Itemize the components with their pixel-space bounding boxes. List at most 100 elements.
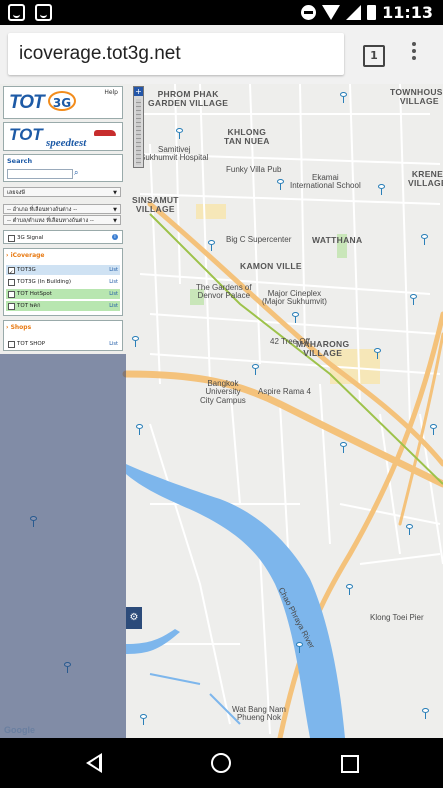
shops-header: › Shops [6, 324, 32, 331]
recents-icon[interactable] [341, 755, 359, 773]
subdistrict-select[interactable]: -- ตำบล/ตำแหง ที่เลือนทางถ้นต่าง -- ▼ [3, 215, 121, 225]
item-checkbox[interactable] [8, 279, 15, 286]
coverage-pin[interactable] [346, 584, 353, 595]
coverage-pin[interactable] [422, 708, 429, 719]
logo-tot-text: TOT [9, 92, 45, 113]
map-area-label: WATTHANA [312, 235, 363, 245]
notification-app-icon [35, 4, 52, 21]
system-icons: 11:13 [301, 3, 433, 22]
map-area-label: TOWNHOUSE VILLAGE [390, 87, 443, 106]
zoom-slider[interactable]: + [133, 86, 144, 168]
coverage-pin[interactable] [410, 294, 417, 305]
tab-switcher-button[interactable]: 1 [363, 45, 385, 67]
coverage-pin[interactable] [208, 240, 215, 251]
icoverage-panel: › iCoverage ✓ TOT3G List TOT3G (In Buildin… [3, 248, 123, 316]
item-checkbox[interactable] [8, 341, 15, 348]
map-area-label: KHLONG TAN NUEA [224, 127, 270, 146]
speedtest-banner[interactable]: TOT speedtest [3, 122, 123, 151]
search-icon[interactable]: ⌕ [74, 168, 78, 178]
map-poi-label: Big C Supercenter [226, 235, 292, 244]
search-label: Search [7, 157, 33, 165]
shop-item[interactable]: TOT SHOP List [6, 339, 120, 349]
car-icon [94, 130, 116, 136]
icoverage-item[interactable]: TOT HotSpot List [6, 289, 120, 299]
map-area-label: PHROM PHAK GARDEN VILLAGE [148, 89, 229, 108]
coverage-pin[interactable] [292, 312, 299, 323]
map-view[interactable]: PHROM PHAK GARDEN VILLAGE KHLONG TAN NUEA … [0, 84, 443, 738]
icoverage-item[interactable]: TOT3G (In Building) List [6, 277, 120, 287]
coverage-pin[interactable] [421, 234, 428, 245]
map-area-label: SINSAMUT VILLAGE [132, 195, 179, 214]
signal-row[interactable]: 3G Signal [6, 233, 120, 243]
help-link[interactable]: Help [104, 89, 118, 96]
map-poi-label: Aspire Rama 4 [258, 387, 311, 396]
search-panel: Search ⌕ [3, 154, 123, 182]
signal-checkbox[interactable] [8, 235, 15, 242]
coverage-pin[interactable] [374, 348, 381, 359]
coverage-pin[interactable] [252, 364, 259, 375]
coverage-pin[interactable] [140, 714, 147, 725]
list-link[interactable]: List [109, 289, 118, 299]
list-link[interactable]: List [109, 301, 118, 311]
panel-shadow-overlay [0, 354, 126, 738]
map-poi-label: Bangkok University City Campus [200, 379, 246, 405]
coverage-pin[interactable] [340, 92, 347, 103]
zoom-track[interactable] [136, 99, 141, 165]
district-select[interactable]: -- อำเภอ ที่เลือนทางถ้นต่าง -- ▼ [3, 204, 121, 214]
do-not-disturb-icon [301, 5, 317, 20]
coverage-pin[interactable] [136, 424, 143, 435]
speed-text: speedtest [46, 137, 87, 149]
coverage-pin[interactable] [132, 336, 139, 347]
map-poi-label: Wat Bang Nam Phueng Nok [232, 705, 286, 723]
icoverage-item[interactable]: TOT พคก List [6, 301, 120, 311]
overflow-menu-icon[interactable] [412, 42, 416, 63]
coverage-pin[interactable] [378, 184, 385, 195]
info-icon[interactable]: i [112, 234, 118, 240]
url-field[interactable]: icoverage.tot3g.net [8, 33, 344, 75]
item-checkbox[interactable] [8, 291, 15, 298]
search-input[interactable] [7, 169, 73, 179]
signal-icon [346, 5, 362, 20]
panel-toggle-button[interactable]: ⚙ [126, 607, 142, 629]
map-poi-label: 42 Tree Off [270, 337, 310, 346]
item-checkbox[interactable] [8, 303, 15, 310]
map-poi-label: Major Cineplex (Major Sukhumvit) [262, 289, 327, 307]
android-nav-bar [0, 738, 443, 788]
wifi-icon [322, 5, 341, 20]
coverage-pin[interactable] [176, 128, 183, 139]
zoom-in-icon[interactable]: + [134, 87, 143, 96]
coverage-pin[interactable] [430, 424, 437, 435]
map-poi-label: The Gardens of Denvor Palace [196, 283, 252, 301]
logo-3g-text: 3G [48, 91, 76, 111]
coverage-pin[interactable] [340, 442, 347, 453]
back-icon[interactable] [86, 753, 102, 773]
map-poi-label: Klong Toei Pier [370, 613, 424, 622]
map-area-label: KRENEVILLAGE [408, 169, 443, 188]
notification-icons [8, 4, 52, 21]
status-bar: 11:13 [0, 0, 443, 25]
map-poi-label: Samitivej Sukhumvit Hospital [140, 145, 209, 163]
url-text: icoverage.tot3g.net [19, 43, 181, 64]
browser-toolbar: icoverage.tot3g.net 1 [0, 25, 443, 84]
province-select[interactable]: เลยจงษี ▼ [3, 187, 121, 197]
battery-icon [367, 5, 377, 20]
map-attribution: Google [4, 725, 35, 735]
signal-panel: 3G Signal i [3, 230, 123, 244]
coverage-pin[interactable] [296, 642, 303, 653]
icoverage-item[interactable]: ✓ TOT3G List [6, 265, 120, 276]
tot3g-logo[interactable]: TOT 3G Help [3, 86, 123, 119]
item-checkbox[interactable]: ✓ [8, 267, 15, 276]
icoverage-header: › iCoverage [6, 252, 45, 259]
coverage-pin[interactable] [406, 524, 413, 535]
clock: 11:13 [382, 3, 433, 22]
map-poi-label: Funky Villa Pub [226, 165, 282, 174]
map-poi-label: Ekamai International School [290, 173, 361, 191]
map-area-label: KAMON VILLE [240, 261, 302, 271]
list-link[interactable]: List [109, 277, 118, 287]
list-link[interactable]: List [109, 265, 118, 275]
list-link[interactable]: List [109, 339, 118, 349]
notification-app-icon [8, 4, 25, 21]
home-icon[interactable] [211, 753, 231, 773]
speed-tot-text: TOT [9, 125, 43, 144]
coverage-pin[interactable] [277, 179, 284, 190]
